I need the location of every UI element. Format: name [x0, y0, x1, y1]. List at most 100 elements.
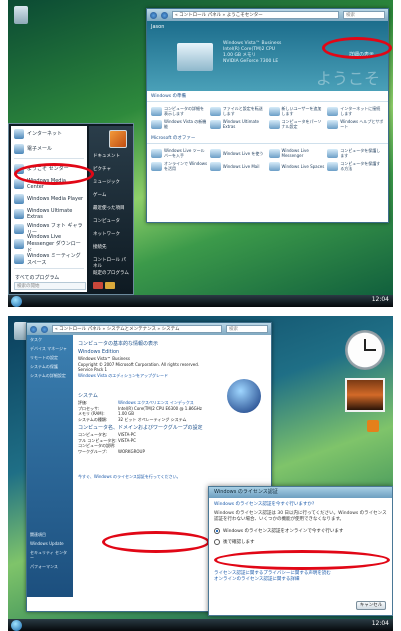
task-item[interactable]: Windows Vista の新機能	[151, 119, 208, 129]
photo-gallery-icon	[14, 223, 24, 234]
offer-item[interactable]: Windows Live ツールバーを入手	[151, 148, 208, 158]
task-item[interactable]: Windows ヘルプとサポート	[327, 119, 384, 129]
offer-item[interactable]: Windows Live Mail	[209, 161, 267, 171]
offer-item[interactable]: Windows Live Spaces	[268, 161, 326, 171]
system-row: システムの種類: 32 ビット オペレーティング システム	[78, 416, 187, 422]
cancel-button[interactable]: キャンセル	[356, 601, 386, 610]
place-item[interactable]: ネットワーク	[89, 228, 133, 241]
screenshot-system-properties: « コントロール パネル » システムとメンテナンス » システム 検索 タスク…	[8, 316, 393, 631]
search-input[interactable]: 検索	[226, 325, 268, 333]
place-item[interactable]: コントロール パネル	[89, 254, 133, 269]
user-name: Jason	[151, 24, 165, 30]
task-link[interactable]: システムの詳細設定	[27, 371, 73, 380]
task-item[interactable]: インターネットに接続します	[327, 106, 384, 116]
forward-icon[interactable]	[161, 11, 168, 19]
task-item[interactable]: コンピュータをパーソナル設定	[268, 119, 326, 129]
task-item[interactable]: 新しいユーザーを追加します	[268, 106, 326, 116]
dialog-link[interactable]: Windows のライセンス認証を今すぐ行いますか?	[214, 502, 387, 508]
recycle-bin-icon[interactable]	[14, 6, 28, 24]
taskbar-clock[interactable]: 12:04	[372, 296, 389, 303]
see-also-link[interactable]: Windows Update	[27, 539, 73, 548]
offer-item[interactable]: Windows Live Messenger	[268, 148, 326, 158]
extras-icon	[14, 208, 24, 219]
offer-item[interactable]: オンラインで Windows を活用	[151, 161, 208, 171]
taskbar: 12:04	[8, 295, 393, 307]
offer-icon	[268, 148, 280, 158]
welcome-watermark: ようこそ	[315, 69, 380, 88]
slideshow-gadget[interactable]	[345, 378, 385, 412]
upgrade-link[interactable]: Windows Vista のエディションをアップグレード	[78, 373, 266, 379]
task-icon	[268, 106, 280, 116]
recent-program[interactable]: Windows Live Messenger ダウンロード	[11, 234, 87, 254]
see-also-heading: 関連項目	[30, 532, 46, 537]
feed-icon[interactable]	[367, 420, 379, 432]
computer-row: ワークグループ: WORKGROUP	[78, 448, 145, 454]
taskbar: 12:04	[8, 619, 393, 631]
option-activate-now[interactable]: Windows のライセンス認証をオンラインで今すぐ行います	[214, 528, 387, 534]
power-icon[interactable]	[93, 282, 103, 289]
forward-icon[interactable]	[41, 325, 48, 333]
task-item[interactable]: ファイルと設定を転送します	[209, 106, 267, 116]
offers-grid: Windows Live ツールバーを入手 Windows Live を使う W…	[147, 144, 388, 175]
task-link[interactable]: デバイス マネージャ	[27, 344, 73, 353]
activation-link[interactable]: 今すぐ、Windows のライセンス認証を行ってください。	[78, 474, 266, 480]
highlight-show-details	[322, 37, 392, 59]
place-item[interactable]: ピクチャ	[89, 163, 133, 176]
radio-icon[interactable]	[214, 539, 220, 545]
start-orb-icon[interactable]	[11, 296, 22, 307]
option-later[interactable]: 後で確認します	[214, 539, 387, 545]
start-menu: インターネット 電子メール ようこそ センター Windows Media Ce…	[8, 123, 134, 295]
task-link[interactable]: リモートの設定	[27, 353, 73, 362]
start-search-input[interactable]: 検索の開始	[14, 282, 86, 290]
place-item[interactable]: ミュージック	[89, 176, 133, 189]
get-started-grid: コンピュータの詳細を表示します ファイルと設定を転送します 新しいユーザーを追加…	[147, 102, 388, 133]
title-bar: « コントロール パネル » ようこそセンター 検索	[147, 9, 388, 21]
task-icon	[327, 106, 339, 116]
clock-gadget[interactable]	[345, 330, 385, 370]
highlight-activation-link	[102, 531, 210, 553]
back-icon[interactable]	[30, 325, 37, 333]
see-also-link[interactable]: パフォーマンス	[27, 562, 73, 571]
task-icon	[268, 119, 280, 129]
recent-program[interactable]: Windows Media Player	[11, 191, 87, 206]
details-link[interactable]: オンラインのライセンス認証に関する詳細	[214, 577, 387, 583]
place-item[interactable]: 最近使った項目	[89, 202, 133, 215]
offer-icon	[151, 148, 162, 158]
offer-item[interactable]: Windows Live を使う	[209, 148, 267, 158]
pinned-email[interactable]: 電子メール	[11, 141, 87, 156]
place-item[interactable]: ゲーム	[89, 189, 133, 202]
task-link[interactable]: システムの保護	[27, 362, 73, 371]
section-title: Windows の準備	[147, 91, 388, 102]
start-orb-icon[interactable]	[11, 620, 22, 631]
back-icon[interactable]	[150, 11, 157, 19]
messenger-icon	[14, 238, 24, 249]
lock-icon[interactable]	[105, 282, 115, 289]
offer-icon	[209, 148, 221, 158]
windows-logo-icon	[227, 379, 261, 413]
place-item[interactable]: 接続先	[89, 241, 133, 254]
address-bar[interactable]: « コントロール パネル » システムとメンテナンス » システム	[52, 325, 222, 333]
offer-item[interactable]: コンピュータを保護します	[327, 148, 384, 158]
pinned-internet[interactable]: インターネット	[11, 126, 87, 141]
offer-icon	[327, 161, 339, 171]
search-input[interactable]: 検索	[343, 11, 385, 19]
screenshot-welcome-center: « コントロール パネル » ようこそセンター 検索 Jason Windows…	[8, 0, 393, 307]
recent-program[interactable]: Windows Ultimate Extras	[11, 206, 87, 221]
place-item[interactable]: コンピュータ	[89, 215, 133, 228]
recent-program[interactable]: Windows ミーティング スペース	[11, 251, 87, 266]
highlight-activate-online	[214, 550, 390, 570]
section-title: Microsoft のオファー	[147, 133, 388, 144]
taskbar-clock[interactable]: 12:04	[372, 620, 389, 627]
place-item[interactable]: ドキュメント	[89, 150, 133, 163]
address-bar[interactable]: « コントロール パネル » ようこそセンター	[172, 11, 339, 19]
dialog-body: Windows のライセンス認証を今すぐ行いますか? Windows のライセン…	[209, 498, 392, 587]
offer-item[interactable]: コンピュータを保護する方法	[327, 161, 384, 171]
task-item[interactable]: Windows Ultimate Extras	[209, 119, 267, 129]
task-item[interactable]: コンピュータの詳細を表示します	[151, 106, 208, 116]
task-pane: タスク デバイス マネージャ リモートの設定 システムの保護 システムの詳細設定…	[27, 335, 73, 597]
section-title: コンピュータ名、ドメインおよびワークグループの設定	[78, 425, 203, 431]
see-also-link[interactable]: セキュリティ センター	[27, 548, 73, 562]
separator	[14, 268, 84, 269]
dialog-title: Windows のライセンス認証	[209, 487, 392, 498]
radio-icon[interactable]	[214, 528, 220, 534]
